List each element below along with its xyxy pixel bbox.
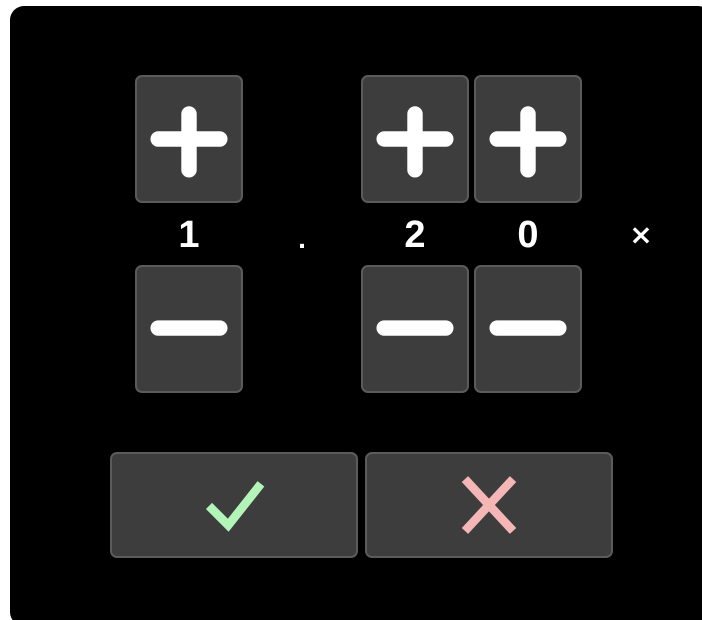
increment-digit-1-button[interactable] [135, 75, 243, 203]
increment-digit-2-button[interactable] [361, 75, 469, 203]
cancel-button[interactable] [365, 452, 613, 558]
plus-icon [376, 106, 454, 178]
minus-icon [489, 320, 567, 336]
multiplier-suffix: × [629, 218, 653, 251]
increment-digit-3-button[interactable] [474, 75, 582, 203]
confirm-button[interactable] [110, 452, 358, 558]
value-editor-panel: 1 . 2 0 × [10, 6, 702, 620]
decimal-separator: . [298, 223, 306, 254]
plus-icon [150, 106, 228, 178]
checkmark-icon [205, 481, 265, 532]
minus-icon [150, 320, 228, 336]
decrement-digit-2-button[interactable] [361, 265, 469, 393]
decrement-digit-1-button[interactable] [135, 265, 243, 393]
digit-3: 0 [517, 214, 539, 256]
digit-2: 2 [404, 214, 426, 256]
minus-icon [376, 320, 454, 336]
plus-icon [489, 106, 567, 178]
decrement-digit-3-button[interactable] [474, 265, 582, 393]
x-icon [461, 476, 517, 534]
digit-1: 1 [178, 214, 200, 256]
